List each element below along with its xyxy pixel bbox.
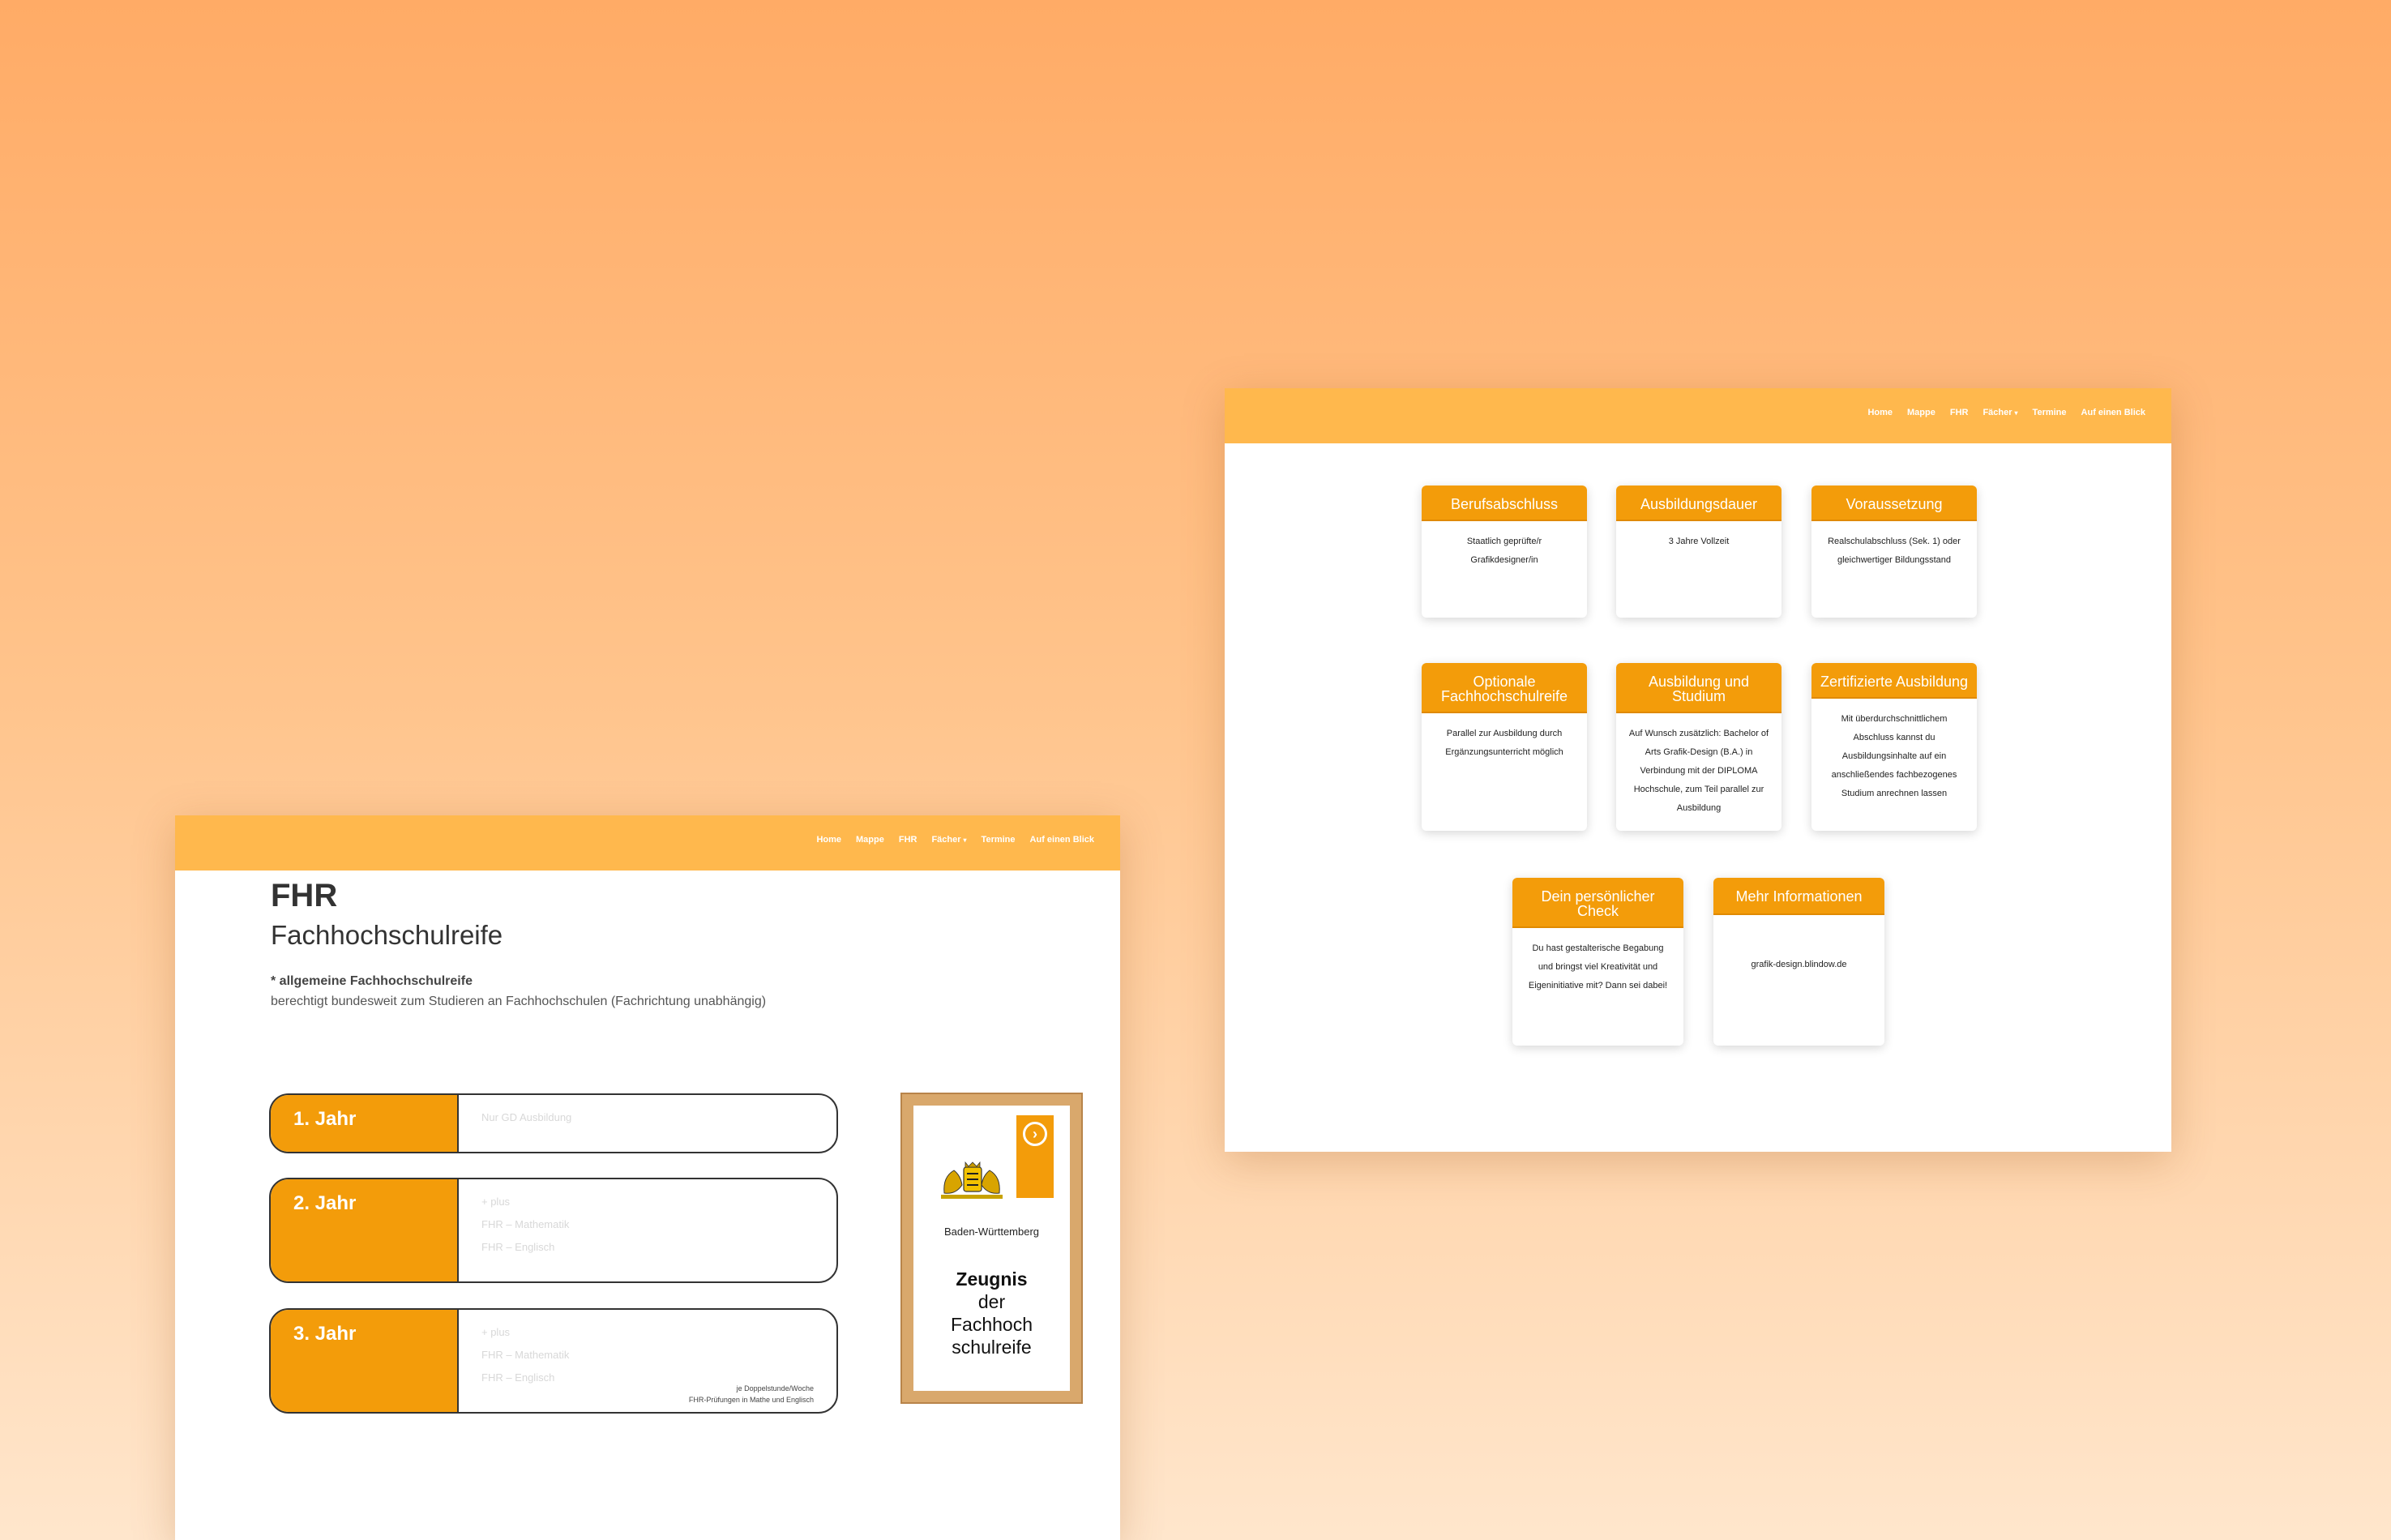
certificate-state: Baden-Württemberg bbox=[943, 1226, 1040, 1238]
card-body: Auf Wunsch zusätzlich: Bachelor of Arts … bbox=[1628, 729, 1769, 813]
card-title: Berufsabschluss bbox=[1422, 486, 1587, 521]
info-card: Dein persönlicher Check Du hast gestalte… bbox=[1512, 878, 1683, 1046]
year-label: 1. Jahr bbox=[271, 1095, 459, 1152]
year-line: + plus bbox=[481, 1326, 511, 1338]
info-card: Voraussetzung Realschulabschluss (Sek. 1… bbox=[1811, 486, 1977, 618]
card-body: 3 Jahre Vollzeit bbox=[1668, 537, 1730, 546]
nav-home[interactable]: Home bbox=[816, 835, 841, 845]
card-title: Zertifizierte Ausbildung bbox=[1811, 663, 1977, 699]
certificate-frame: › Baden-Württemberg Zeugnis der Fachhoch… bbox=[900, 1093, 1083, 1404]
nav-faecher[interactable]: Fächer ▾ bbox=[1983, 408, 2017, 417]
year-line: + plus bbox=[481, 1196, 511, 1208]
card-title: Mehr Informationen bbox=[1713, 878, 1884, 915]
certificate-title-main: Zeugnis bbox=[956, 1268, 1028, 1290]
card-title: Voraussetzung bbox=[1811, 486, 1977, 521]
arrow-right-icon: › bbox=[1023, 1122, 1047, 1146]
footnote-line: FHR-Prüfungen in Mathe und Englisch bbox=[688, 1396, 814, 1404]
nav-fhr[interactable]: FHR bbox=[899, 835, 917, 845]
info-card: Optionale Fachhochschulreife Parallel zu… bbox=[1422, 663, 1587, 831]
nav-termine[interactable]: Termine bbox=[2033, 408, 2067, 417]
info-card[interactable]: Mehr Informationen grafik-design.blindow… bbox=[1713, 878, 1884, 1046]
chevron-down-icon: ▾ bbox=[2014, 409, 2018, 417]
coat-of-arms-icon bbox=[941, 1161, 1003, 1199]
school-logo-icon: › bbox=[1016, 1115, 1054, 1198]
info-card: Ausbildungsdauer 3 Jahre Vollzeit bbox=[1616, 486, 1781, 618]
nav-auf-einen-blick[interactable]: Auf einen Blick bbox=[2081, 408, 2145, 417]
year-line: FHR – Englisch bbox=[481, 1241, 555, 1253]
year-line: FHR – Mathematik bbox=[481, 1349, 570, 1361]
footnote: je Doppelstunde/Woche FHR-Prüfungen in M… bbox=[689, 1383, 814, 1405]
card-title: Ausbildung und Studium bbox=[1616, 663, 1781, 713]
certificate-title-line: schulreife bbox=[952, 1337, 1032, 1358]
overview-page-mockup: Home Mappe FHR Fächer ▾ Termine Auf einen… bbox=[1225, 388, 2171, 1152]
info-card: Berufsabschluss Staatlich geprüfte/r Gra… bbox=[1422, 486, 1587, 618]
card-title: Dein persönlicher Check bbox=[1512, 878, 1683, 928]
nav-auf-einen-blick[interactable]: Auf einen Blick bbox=[1030, 835, 1094, 845]
nav-mappe[interactable]: Mappe bbox=[1907, 408, 1935, 417]
year-row: 3. Jahr + plus FHR – Mathematik FHR – En… bbox=[269, 1308, 838, 1414]
nav-termine[interactable]: Termine bbox=[982, 835, 1016, 845]
fhr-note: * allgemeine Fachhochschulreife bbox=[271, 974, 473, 988]
year-label: 3. Jahr bbox=[271, 1310, 459, 1412]
card-body: Parallel zur Ausbildung durch Ergänzungs… bbox=[1445, 729, 1563, 757]
card-body: Mit überdurchschnittlichem Abschluss kan… bbox=[1831, 714, 1957, 798]
footnote-line: je Doppelstunde/Woche bbox=[736, 1384, 814, 1392]
nav-mappe[interactable]: Mappe bbox=[856, 835, 884, 845]
site-header: Home Mappe FHR Fächer ▾ Termine Auf einen… bbox=[175, 815, 1120, 871]
year-row: 1. Jahr Nur GD Ausbildung bbox=[269, 1093, 838, 1153]
year-content: + plus FHR – Mathematik FHR – Englisch bbox=[459, 1179, 836, 1281]
nav-faecher-label: Fächer bbox=[931, 835, 961, 845]
main-nav: Home Mappe FHR Fächer ▾ Termine Auf einen… bbox=[816, 835, 1094, 845]
year-line: Nur GD Ausbildung bbox=[481, 1111, 572, 1123]
certificate-title-line: der bbox=[977, 1291, 1006, 1312]
certificate-title: Zeugnis der Fachhoch schulreife bbox=[913, 1268, 1070, 1358]
chevron-down-icon: ▾ bbox=[963, 836, 967, 844]
card-title: Optionale Fachhochschulreife bbox=[1422, 663, 1587, 713]
info-card: Ausbildung und Studium Auf Wunsch zusätz… bbox=[1616, 663, 1781, 831]
page-subtitle: Fachhochschulreife bbox=[271, 920, 503, 950]
info-card: Zertifizierte Ausbildung Mit überdurchsc… bbox=[1811, 663, 1977, 831]
card-title: Ausbildungsdauer bbox=[1616, 486, 1781, 521]
card-body: Realschulabschluss (Sek. 1) oder gleichw… bbox=[1828, 537, 1961, 565]
certificate: › Baden-Württemberg Zeugnis der Fachhoch… bbox=[913, 1106, 1070, 1391]
nav-fhr[interactable]: FHR bbox=[1950, 408, 1969, 417]
main-nav: Home Mappe FHR Fächer ▾ Termine Auf einen… bbox=[1867, 408, 2145, 417]
page-title: FHR bbox=[271, 878, 338, 913]
info-link[interactable]: grafik-design.blindow.de bbox=[1713, 915, 1884, 986]
year-content: Nur GD Ausbildung bbox=[459, 1095, 836, 1152]
card-body: Staatlich geprüfte/r Grafikdesigner/in bbox=[1466, 537, 1542, 565]
site-header: Home Mappe FHR Fächer ▾ Termine Auf einen… bbox=[1225, 388, 2171, 443]
card-body: Du hast gestalterische Begabung und brin… bbox=[1528, 943, 1668, 990]
year-line: FHR – Mathematik bbox=[481, 1218, 570, 1230]
year-content: + plus FHR – Mathematik FHR – Englisch j… bbox=[459, 1310, 836, 1412]
year-label: 2. Jahr bbox=[271, 1179, 459, 1281]
nav-faecher[interactable]: Fächer ▾ bbox=[931, 835, 966, 845]
nav-faecher-label: Fächer bbox=[1983, 408, 2012, 417]
fhr-page-mockup: Home Mappe FHR Fächer ▾ Termine Auf einen… bbox=[175, 815, 1120, 1540]
year-row: 2. Jahr + plus FHR – Mathematik FHR – En… bbox=[269, 1178, 838, 1283]
fhr-description: berechtigt bundesweit zum Studieren an F… bbox=[271, 995, 767, 1008]
nav-home[interactable]: Home bbox=[1867, 408, 1893, 417]
certificate-title-line: Fachhoch bbox=[950, 1314, 1033, 1335]
